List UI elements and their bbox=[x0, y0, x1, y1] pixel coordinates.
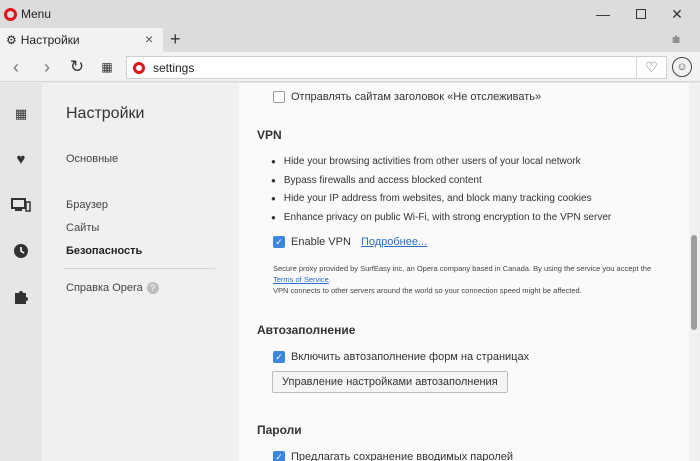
enable-vpn-row[interactable]: ✓ Enable VPN Подробнее... bbox=[273, 236, 427, 248]
autofill-checkbox[interactable]: ✓ bbox=[273, 351, 285, 363]
scrollbar-thumb[interactable] bbox=[691, 235, 697, 330]
heart-icon[interactable]: ♥ bbox=[10, 148, 32, 170]
save-passwords-checkbox[interactable]: ✓ bbox=[273, 451, 285, 461]
opera-page-icon bbox=[133, 61, 145, 74]
close-window-button[interactable]: ✕ bbox=[654, 0, 700, 28]
speed-dial-button[interactable]: ▦ bbox=[96, 56, 118, 78]
autofill-label: Включить автозаполнение форм на страница… bbox=[291, 351, 530, 363]
vpn-speed-note: VPN connects to other servers around the… bbox=[273, 286, 582, 295]
vpn-section-title: VPN bbox=[257, 128, 282, 142]
title-bar: Menu — ✕ bbox=[0, 0, 700, 28]
do-not-track-label: Отправлять сайтам заголовок «Не отслежив… bbox=[291, 91, 542, 103]
manage-autofill-button[interactable]: Управление настройками автозаполнения bbox=[272, 371, 508, 393]
sidebar-rail: ▦ ♥ bbox=[0, 83, 42, 461]
puzzle-svg bbox=[15, 291, 28, 304]
devices-icon[interactable] bbox=[10, 194, 32, 216]
help-icon: ? bbox=[146, 282, 159, 294]
devices-svg bbox=[11, 198, 31, 212]
opera-help-link[interactable]: Справка Opera ? bbox=[66, 282, 159, 294]
gear-icon: ⚙ bbox=[6, 33, 17, 47]
save-passwords-label: Предлагать сохранение вводимых паролей bbox=[291, 451, 514, 461]
url-text[interactable]: settings bbox=[153, 61, 194, 75]
back-button[interactable]: ‹ bbox=[5, 56, 27, 78]
settings-content: Отправлять сайтам заголовок «Не отслежив… bbox=[239, 83, 689, 461]
passwords-section-title: Пароли bbox=[257, 423, 302, 437]
vpn-fine-print: Secure proxy provided by SurfEasy inc, a… bbox=[273, 264, 652, 284]
tab-bar: ⚙ Настройки × + ⩧ bbox=[0, 28, 700, 52]
opera-logo-icon bbox=[4, 7, 17, 21]
vpn-bullet: ● Enhance privacy on public Wi-Fi, with s… bbox=[271, 212, 612, 223]
vpn-fine-text: Secure proxy provided by SurfEasy inc, a… bbox=[273, 264, 652, 273]
forward-button[interactable]: › bbox=[36, 56, 58, 78]
bookmark-heart-button[interactable]: ♡ bbox=[636, 57, 666, 78]
url-input[interactable]: settings ♡ bbox=[126, 56, 667, 79]
settings-nav-basic[interactable]: Основные bbox=[66, 153, 118, 165]
heart-icon: ♡ bbox=[645, 59, 658, 75]
menu-label: Menu bbox=[21, 7, 52, 21]
autofill-enable-row[interactable]: ✓ Включить автозаполнение форм на страни… bbox=[273, 351, 529, 363]
settings-nav: Настройки Основные Браузер Сайты Безопас… bbox=[42, 83, 239, 461]
clock-svg bbox=[14, 244, 28, 258]
vpn-bullet-text: Enhance privacy on public Wi-Fi, with st… bbox=[283, 212, 612, 223]
settings-nav-browser[interactable]: Браузер bbox=[66, 199, 108, 211]
vpn-bullet-text: Bypass firewalls and access blocked cont… bbox=[283, 175, 482, 186]
help-label: Справка Opera bbox=[66, 282, 143, 294]
maximize-icon bbox=[636, 9, 646, 19]
speed-dial-icon[interactable]: ▦ bbox=[10, 103, 32, 125]
do-not-track-row[interactable]: Отправлять сайтам заголовок «Не отслежив… bbox=[273, 91, 541, 103]
terms-of-service-link[interactable]: Terms of Service bbox=[273, 275, 329, 284]
save-passwords-row[interactable]: ✓ Предлагать сохранение вводимых паролей bbox=[273, 451, 513, 461]
extensions-icon[interactable] bbox=[10, 286, 32, 308]
enable-vpn-label: Enable VPN bbox=[291, 236, 351, 248]
history-icon[interactable] bbox=[10, 240, 32, 262]
new-tab-button[interactable]: + bbox=[170, 29, 181, 50]
scrollbar[interactable] bbox=[689, 83, 700, 461]
profile-button[interactable]: ☺ bbox=[672, 57, 692, 77]
vpn-bullet-text: Hide your IP address from websites, and … bbox=[283, 193, 592, 204]
opera-menu-button[interactable]: Menu bbox=[4, 5, 51, 23]
profile-icon: ☺ bbox=[676, 61, 688, 73]
vpn-bullet: ● Hide your IP address from websites, and… bbox=[271, 193, 592, 204]
do-not-track-checkbox[interactable] bbox=[273, 91, 285, 103]
tab-title: Настройки bbox=[20, 33, 80, 47]
vpn-bullet: ● Hide your browsing activities from othe… bbox=[271, 156, 581, 167]
settings-nav-security[interactable]: Безопасность bbox=[66, 245, 142, 257]
settings-title: Настройки bbox=[66, 105, 145, 122]
tab-settings[interactable]: ⚙ Настройки bbox=[0, 28, 163, 52]
address-bar: ‹ › ↻ ▦ settings ♡ ☺ bbox=[0, 52, 700, 82]
reload-button[interactable]: ↻ bbox=[66, 56, 88, 78]
nav-divider bbox=[64, 268, 215, 269]
autofill-section-title: Автозаполнение bbox=[257, 323, 356, 337]
enable-vpn-checkbox[interactable]: ✓ bbox=[273, 236, 285, 248]
settings-nav-sites[interactable]: Сайты bbox=[66, 222, 99, 234]
vpn-bullet: ● Bypass firewalls and access blocked con… bbox=[271, 175, 482, 186]
vpn-more-link[interactable]: Подробнее... bbox=[361, 236, 427, 248]
tab-close-button[interactable]: × bbox=[145, 31, 153, 47]
tab-menu-button[interactable]: ⩧ bbox=[672, 31, 680, 48]
vpn-bullet-text: Hide your browsing activities from other… bbox=[283, 156, 581, 167]
